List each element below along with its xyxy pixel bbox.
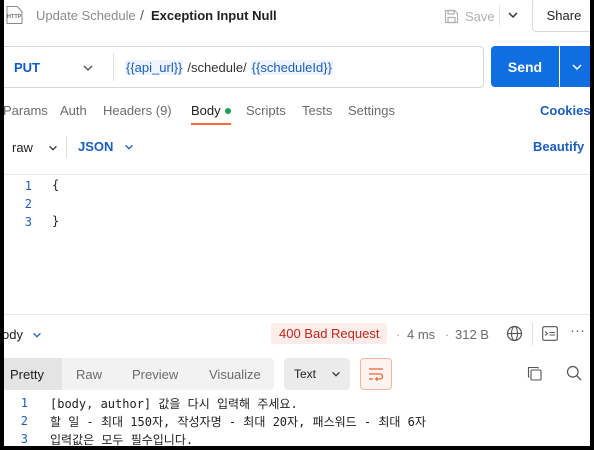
chevron-down-icon [125,144,134,150]
divider [4,174,590,175]
wrap-lines-button[interactable] [360,358,392,390]
copy-icon[interactable] [527,366,542,381]
chevron-down-icon [332,371,340,377]
tab-auth[interactable]: Auth [60,103,87,118]
cookies-link[interactable]: Cookies [540,103,590,118]
code-line: } [52,214,60,228]
response-line: [body, author] 값을 다시 입력해 주세요. [50,397,298,411]
chevron-down-icon [572,63,582,70]
body-mode-select[interactable]: raw [12,140,59,155]
save-button[interactable]: Save [444,6,495,26]
request-header: HTTP Update Schedule / Exception Input N… [4,0,590,34]
chevron-down-icon [33,332,41,338]
divider [532,323,533,345]
tab-settings[interactable]: Settings [348,103,395,118]
send-button[interactable]: Send [491,46,559,87]
body-format-select[interactable]: JSON [78,139,135,154]
wrap-icon [369,368,384,381]
response-section-label: ody [4,327,23,342]
tab-params[interactable]: Params [4,103,48,118]
search-icon[interactable] [566,365,582,381]
tab-headers[interactable]: Headers (9) [103,103,172,118]
save-icon [444,9,459,23]
save-label: Save [465,8,495,24]
response-format-label: Text [294,367,317,381]
postman-request-view: HTTP Update Schedule / Exception Input N… [4,0,590,446]
breadcrumb-parent[interactable]: Update Schedule [36,8,136,23]
response-toolbar: Pretty Raw Preview Visualize Text [4,358,590,390]
response-format-select[interactable]: Text [284,358,350,390]
response-time[interactable]: 4 ms [407,327,435,342]
view-tab-preview[interactable]: Preview [132,367,178,382]
response-header: ody 400 Bad Request · 4 ms · 312 B ··· [4,320,590,348]
request-url-bar: PUT {{api_url}} /schedule/ {{scheduleId}… [4,46,484,88]
status-badge[interactable]: 400 Bad Request [271,323,388,344]
active-tab-indicator [191,123,231,125]
tab-scripts[interactable]: Scripts [246,103,286,118]
line-number: 3 [24,215,32,229]
window-frame: HTTP Update Schedule / Exception Input N… [0,0,594,450]
body-format-label: JSON [78,139,114,154]
line-number: 1 [20,396,28,410]
view-tab-pretty[interactable]: Pretty [10,367,44,382]
chevron-down-icon[interactable] [506,8,520,22]
more-icon[interactable]: ··· [570,322,585,339]
response-body[interactable]: 1 [body, author] 값을 다시 입력해 주세요. 2 할 일 - … [4,394,590,446]
response-line: 할 일 - 최대 150자, 작성자명 - 최대 20자, 패스워드 - 최대 … [50,415,426,429]
chevron-down-icon [49,145,57,151]
request-title[interactable]: Exception Input Null [151,8,277,23]
globe-icon[interactable] [506,325,523,342]
body-mode-label: raw [12,140,33,155]
response-section-toggle[interactable]: ody [4,327,43,342]
url-path: /schedule/ [187,60,247,75]
divider [499,5,500,25]
tab-tests[interactable]: Tests [302,103,332,118]
method-select[interactable]: PUT [14,60,40,75]
divider [66,136,67,158]
tab-body-label: Body [191,103,221,118]
divider [113,53,114,81]
response-size[interactable]: 312 B [455,327,489,342]
code-line: { [52,178,60,192]
share-button[interactable]: Share [532,0,590,32]
beautify-button[interactable]: Beautify [533,139,584,154]
http-file-icon: HTTP [6,6,23,24]
breadcrumb-separator: / [140,7,144,23]
body-status-dot [224,107,231,114]
line-number: 2 [20,414,28,428]
line-number: 3 [20,432,28,446]
request-tabs: Params Auth Headers (9) Body Scripts Tes… [4,97,590,125]
url-input[interactable]: {{api_url}} /schedule/ {{scheduleId}} [125,60,333,75]
send-dropdown-button[interactable] [560,46,590,87]
tab-body[interactable]: Body [191,103,231,118]
http-icon-label: HTTP [7,14,22,20]
body-options-bar: raw JSON Beautify [4,132,590,162]
divider [4,314,590,315]
view-tab-visualize[interactable]: Visualize [209,367,261,382]
chevron-down-icon[interactable] [81,61,95,75]
response-line: 입력값은 모두 필수입니다. [50,433,194,446]
separator-dot: · [445,327,450,342]
url-variable-api-url[interactable]: {{api_url}} [125,60,184,75]
line-number: 1 [24,179,32,193]
example-icon[interactable] [542,326,558,341]
url-variable-schedule-id[interactable]: {{scheduleId}} [250,60,333,75]
request-body-editor[interactable]: 1 { 2 3 } [4,176,590,312]
view-tab-raw[interactable]: Raw [76,367,102,382]
line-number: 2 [24,197,32,211]
separator-dot: · [396,327,401,342]
